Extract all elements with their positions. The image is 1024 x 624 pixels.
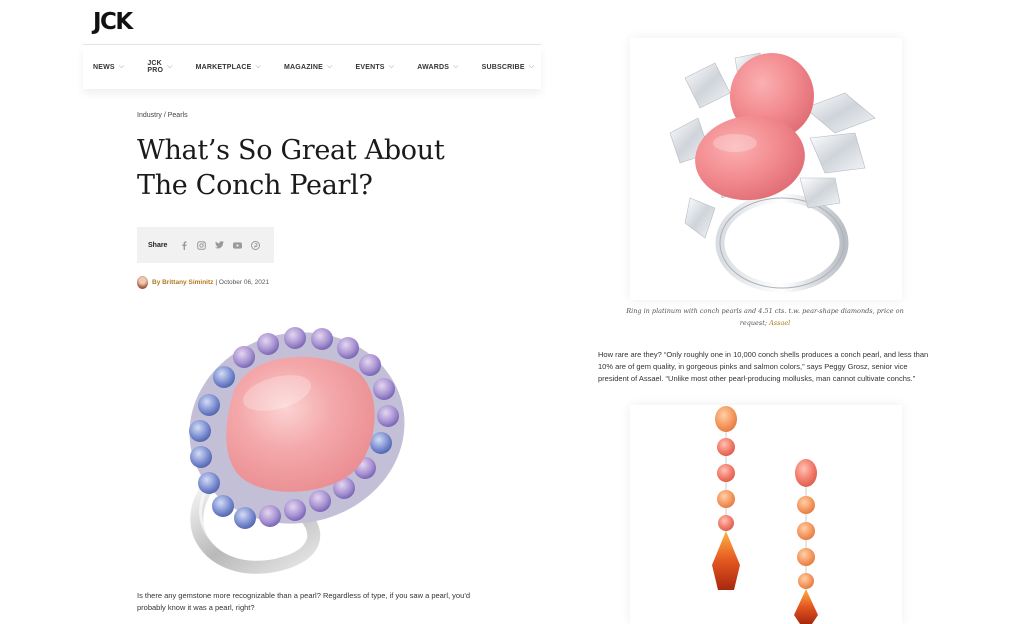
author-avatar	[137, 276, 148, 289]
nav-subscribe[interactable]: SUBSCRIBE ⌵	[482, 63, 535, 71]
share-bar: Share	[137, 227, 274, 263]
chevron-down-icon: ⌵	[118, 63, 125, 70]
conch-ring-image	[630, 38, 902, 300]
jck-logo[interactable]: JCK	[93, 9, 133, 35]
nav-label: JCK PRO	[147, 60, 164, 74]
nav-label: MAGAZINE	[284, 63, 323, 71]
image-caption: Ring in platinum with conch pearls and 4…	[615, 305, 915, 329]
youtube-icon[interactable]	[233, 241, 243, 250]
share-label: Share	[148, 241, 168, 249]
pinterest-icon[interactable]	[251, 240, 261, 250]
chevron-down-icon: ⌵	[453, 63, 459, 70]
nav-label: MARKETPLACE	[195, 63, 252, 71]
chevron-down-icon: ⌵	[388, 63, 395, 70]
author-link[interactable]: By Brittany Siminitz	[152, 279, 213, 286]
main-nav: NEWS ⌵ JCK PRO ⌵ MARKETPLACE ⌵ MAGAZINE ⌵ EV…	[83, 45, 541, 89]
nav-marketplace[interactable]: MARKETPLACE ⌵	[196, 63, 261, 71]
breadcrumb[interactable]: Industry / Pearls	[137, 112, 188, 119]
hero-ring-image	[137, 313, 477, 581]
nav-magazine[interactable]: MAGAZINE ⌵	[284, 63, 332, 71]
nav-label: SUBSCRIBE	[481, 63, 525, 71]
caption-text: Ring in platinum with conch pearls and 4…	[626, 307, 904, 327]
chevron-down-icon: ⌵	[326, 63, 333, 70]
nav-label: NEWS	[93, 63, 115, 71]
nav-jck-pro[interactable]: JCK PRO ⌵	[147, 60, 172, 74]
chevron-down-icon: ⌵	[528, 63, 535, 70]
nav-events[interactable]: EVENTS ⌵	[355, 63, 394, 71]
nav-news[interactable]: NEWS ⌵	[93, 63, 124, 71]
caption-link[interactable]: Assael	[769, 319, 790, 327]
nav-label: EVENTS	[355, 63, 385, 71]
twitter-icon[interactable]	[215, 241, 225, 250]
nav-label: AWARDS	[417, 63, 450, 71]
byline: By Brittany Siminitz | October 06, 2021	[137, 276, 269, 289]
chevron-down-icon: ⌵	[255, 63, 262, 70]
nav-awards[interactable]: AWARDS ⌵	[417, 63, 458, 71]
facebook-icon[interactable]	[179, 241, 188, 250]
body-paragraph: How rare are they? “Only roughly one in …	[598, 350, 929, 383]
article-title: What’s So Great About The Conch Pearl?	[137, 135, 445, 201]
instagram-icon[interactable]	[197, 240, 207, 250]
chevron-down-icon: ⌵	[167, 63, 173, 70]
earrings-image	[630, 405, 902, 624]
publish-date: | October 06, 2021	[215, 279, 270, 286]
intro-paragraph: Is there any gemstone more recognizable …	[137, 591, 471, 612]
